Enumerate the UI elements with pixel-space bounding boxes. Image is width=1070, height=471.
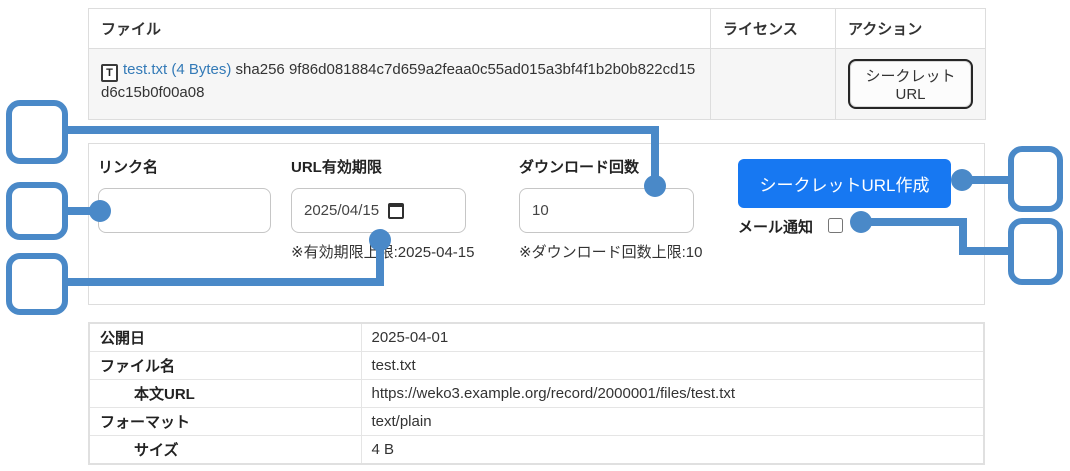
detail-value: test.txt bbox=[361, 352, 984, 380]
expiration-limit-note: ※有効期限上限:2025-04-15 bbox=[291, 241, 474, 262]
detail-value: 2025-04-01 bbox=[361, 323, 984, 352]
license-column-header: ライセンス bbox=[711, 9, 836, 49]
calendar-icon[interactable] bbox=[388, 203, 404, 219]
secret-url-button[interactable]: シークレットURL bbox=[848, 59, 973, 109]
file-cell: Ttest.txt (4 Bytes) sha256 9f86d081884c7… bbox=[89, 49, 711, 120]
detail-value: https://weko3.example.org/record/2000001… bbox=[361, 380, 984, 408]
download-count-label: ダウンロード回数 bbox=[519, 156, 639, 177]
detail-value: text/plain bbox=[361, 408, 984, 436]
secret-url-panel: リンク名 URL有効期限 2025/04/15 ※有効期限上限:2025-04-… bbox=[88, 143, 985, 305]
file-download-link[interactable]: test.txt (4 Bytes) bbox=[123, 61, 231, 78]
action-column-header: アクション bbox=[836, 9, 986, 49]
detail-value: 4 B bbox=[361, 436, 984, 465]
expiration-date-value: 2025/04/15 bbox=[304, 202, 379, 219]
files-column-header: ファイル bbox=[89, 9, 711, 49]
detail-label: 公開日 bbox=[89, 323, 361, 352]
text-file-icon: T bbox=[101, 64, 118, 82]
callout-box-5 bbox=[1008, 218, 1063, 285]
annotated-screenshot: ファイル ライセンス アクション Ttest.txt (4 Bytes) sha… bbox=[0, 0, 1070, 471]
mail-notification-checkbox[interactable] bbox=[828, 218, 843, 233]
file-row: Ttest.txt (4 Bytes) sha256 9f86d081884c7… bbox=[89, 49, 986, 120]
callout-box-3 bbox=[6, 253, 68, 315]
table-row: 公開日 2025-04-01 bbox=[89, 323, 984, 352]
download-count-input[interactable] bbox=[519, 188, 694, 233]
callout-box-1 bbox=[6, 100, 68, 164]
callout-box-4 bbox=[1008, 146, 1063, 212]
files-table-header-row: ファイル ライセンス アクション bbox=[89, 9, 986, 49]
download-limit-note: ※ダウンロード回数上限:10 bbox=[519, 241, 702, 262]
table-row: ファイル名 test.txt bbox=[89, 352, 984, 380]
checksum-label: sha256 bbox=[236, 61, 285, 78]
mail-notification-label: メール通知 bbox=[738, 216, 813, 237]
callout-box-2 bbox=[6, 182, 68, 240]
table-row: サイズ 4 B bbox=[89, 436, 984, 465]
detail-label: フォーマット bbox=[89, 408, 361, 436]
table-row: 本文URL https://weko3.example.org/record/2… bbox=[89, 380, 984, 408]
detail-label: 本文URL bbox=[89, 380, 361, 408]
license-cell bbox=[711, 49, 836, 120]
expiration-date-input[interactable]: 2025/04/15 bbox=[291, 188, 466, 233]
detail-label: ファイル名 bbox=[89, 352, 361, 380]
link-name-input[interactable] bbox=[98, 188, 271, 233]
link-name-label: リンク名 bbox=[98, 156, 158, 177]
table-row: フォーマット text/plain bbox=[89, 408, 984, 436]
file-details-table: 公開日 2025-04-01 ファイル名 test.txt 本文URL http… bbox=[88, 322, 985, 465]
expiration-label: URL有効期限 bbox=[291, 156, 382, 177]
create-secret-url-button[interactable]: シークレットURL作成 bbox=[738, 159, 951, 208]
action-cell: シークレットURL bbox=[836, 49, 986, 120]
detail-label: サイズ bbox=[89, 436, 361, 465]
files-table: ファイル ライセンス アクション Ttest.txt (4 Bytes) sha… bbox=[88, 8, 986, 120]
